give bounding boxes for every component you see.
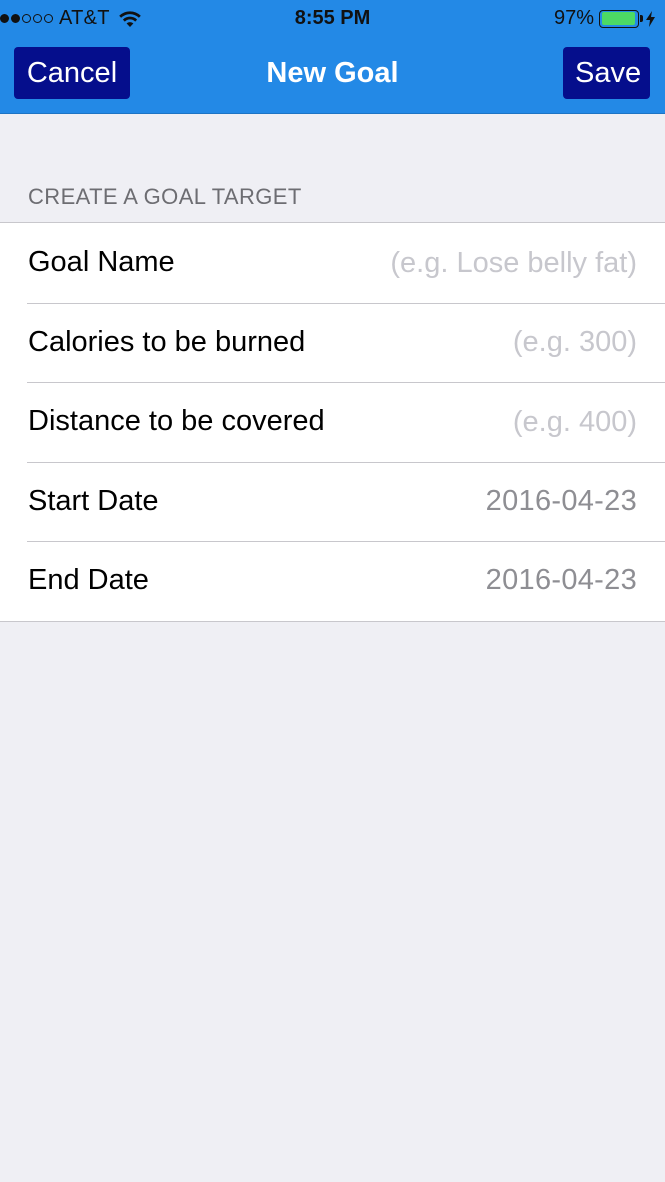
- start-date-row[interactable]: Start Date 2016-04-23: [0, 461, 665, 542]
- section-header: CREATE A GOAL TARGET: [28, 184, 302, 209]
- start-date-value[interactable]: 2016-04-23: [486, 462, 637, 541]
- distance-input[interactable]: [307, 400, 637, 444]
- distance-row: Distance to be covered: [0, 382, 665, 462]
- calories-input[interactable]: [307, 320, 637, 365]
- charging-bolt-icon: [646, 10, 655, 27]
- goal-name-input[interactable]: [307, 241, 637, 285]
- start-date-label: Start Date: [28, 484, 159, 517]
- calories-label: Calories to be burned: [28, 325, 306, 358]
- goal-form: Goal Name Calories to be burned Distance…: [0, 222, 665, 622]
- distance-label: Distance to be covered: [28, 405, 325, 437]
- goal-name-row: Goal Name: [0, 223, 665, 303]
- goal-name-label: Goal Name: [28, 246, 175, 278]
- save-button[interactable]: Save: [563, 47, 650, 99]
- battery-nub: [640, 15, 643, 22]
- battery-icon: [599, 9, 639, 28]
- navigation-bar: AT&T 8:55 PM 97% Cancel New Goal Save: [0, 0, 665, 114]
- end-date-label: End Date: [28, 564, 149, 596]
- end-date-value[interactable]: 2016-04-23: [486, 541, 637, 620]
- battery-percent: 97%: [553, 7, 594, 29]
- calories-row: Calories to be burned: [0, 302, 665, 383]
- status-bar: AT&T 8:55 PM 97%: [0, 0, 665, 36]
- battery-level: [601, 12, 636, 25]
- end-date-row[interactable]: End Date 2016-04-23: [0, 541, 665, 621]
